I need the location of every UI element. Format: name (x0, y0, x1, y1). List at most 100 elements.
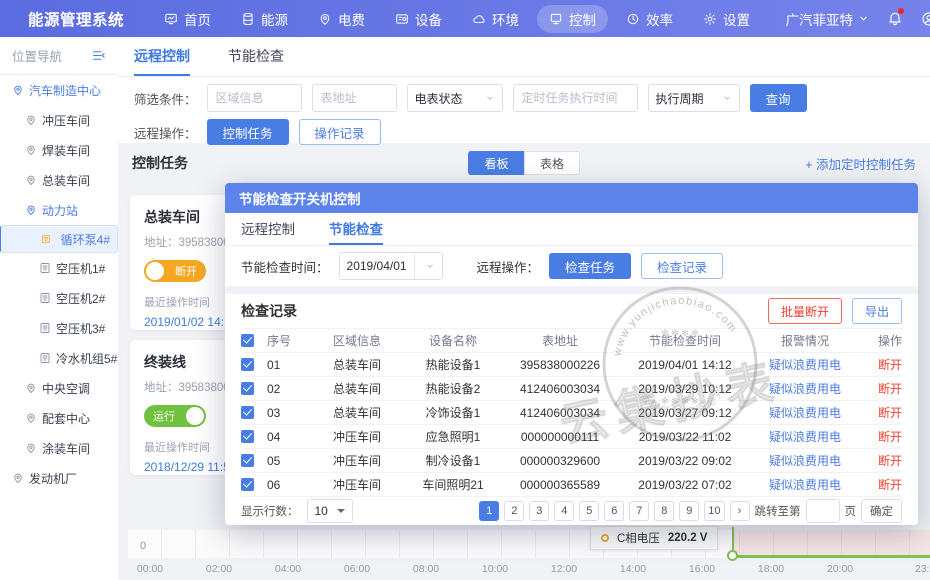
page-tab-0[interactable]: 远程控制 (134, 37, 190, 76)
power-toggle-on[interactable]: 运行 (144, 405, 206, 427)
power-toggle-off[interactable]: 断开 (144, 260, 206, 282)
sidebar-item[interactable]: 涂装车间 (0, 433, 118, 463)
cell-no: 04 (267, 430, 309, 444)
rows-per-page-select[interactable]: 10 (307, 499, 353, 523)
sidebar-item[interactable]: 冲压车间 (0, 105, 118, 135)
search-button[interactable]: 查询 (750, 84, 807, 112)
row-checkbox[interactable] (241, 454, 254, 467)
cycle-select[interactable]: 执行周期 (648, 84, 740, 112)
task-time-input[interactable] (513, 84, 638, 112)
rows-label: 显示行数： (241, 503, 299, 519)
location-pin-icon (25, 174, 37, 186)
page-button[interactable]: 3 (529, 501, 549, 521)
nav-item-device[interactable]: 设备 (383, 5, 454, 33)
page-button[interactable]: 1 (479, 501, 499, 521)
page-button[interactable]: 5 (579, 501, 599, 521)
sidebar-item[interactable]: 总装车间 (0, 165, 118, 195)
remote-ops-label: 远程操作： (134, 123, 197, 142)
board-view-button[interactable]: 看板 (468, 151, 524, 175)
sidebar-item[interactable]: 空压机3# (0, 313, 118, 343)
control-tasks-button[interactable]: 控制任务 (207, 119, 289, 145)
alarm-status-link[interactable]: 疑似浪费用电 (751, 476, 859, 493)
tenant-switcher[interactable]: 广汽菲亚特 (786, 9, 870, 29)
select-all-checkbox[interactable] (241, 334, 254, 347)
sidebar-item[interactable]: 配套中心 (0, 403, 118, 433)
row-checkbox[interactable] (241, 406, 254, 419)
op-records-button[interactable]: 操作记录 (299, 119, 381, 145)
table-view-button[interactable]: 表格 (524, 151, 580, 175)
jump-page-input[interactable] (806, 499, 840, 523)
alarm-status-link[interactable]: 疑似浪费用电 (751, 380, 859, 397)
alarm-status-link[interactable]: 疑似浪费用电 (751, 356, 859, 373)
collapse-icon[interactable] (91, 48, 106, 63)
nav-item-environment[interactable]: 环境 (460, 5, 531, 33)
sidebar-item[interactable]: 发动机厂 (0, 463, 118, 493)
jump-confirm-button[interactable]: 确定 (861, 499, 902, 523)
nav-item-fee[interactable]: 电费 (306, 5, 377, 33)
sidebar-item[interactable]: 汽车制造中心 (0, 75, 118, 105)
table-row: 01总装车间热能设备13958380002262019/04/01 14:12疑… (241, 353, 902, 377)
sidebar-item[interactable]: 循环泵4# (0, 225, 118, 253)
toggle-knob (146, 262, 164, 280)
user-avatar[interactable] (921, 11, 930, 27)
batch-disconnect-button[interactable]: 批量断开 (768, 298, 842, 324)
page-tab-1[interactable]: 节能检查 (228, 37, 284, 76)
chevron-down-icon (485, 93, 495, 103)
clock-icon (626, 12, 640, 26)
sidebar-item[interactable]: 空压机1# (0, 253, 118, 283)
page-button[interactable]: 2 (504, 501, 524, 521)
tenant-name: 广汽菲亚特 (786, 9, 854, 29)
page-button[interactable]: 4 (554, 501, 574, 521)
region-input[interactable] (207, 84, 302, 112)
nav-item-efficiency[interactable]: 效率 (614, 5, 685, 33)
page-button[interactable]: 8 (654, 501, 674, 521)
table-row: 04冲压车间应急照明10000000001112019/03/22 11:02疑… (241, 425, 902, 449)
modal-tab-1[interactable]: 节能检查 (329, 213, 383, 245)
sidebar-item[interactable]: 焊装车间 (0, 135, 118, 165)
chart-tooltip: C相电压 220.2 V (590, 526, 718, 550)
sidebar-item-label: 空压机3# (56, 320, 105, 337)
modal-tab-0[interactable]: 远程控制 (241, 213, 295, 245)
notification-bell[interactable] (887, 10, 903, 27)
meter-state-select[interactable]: 电表状态 (407, 84, 503, 112)
add-timed-task-link[interactable]: + 添加定时控制任务 (805, 154, 916, 173)
disconnect-action[interactable]: 断开 (859, 452, 902, 469)
disconnect-action[interactable]: 断开 (859, 380, 902, 397)
alarm-status-link[interactable]: 疑似浪费用电 (751, 428, 859, 445)
meter-doc-icon (39, 352, 51, 364)
next-page-button[interactable]: › (730, 501, 750, 521)
sidebar-item[interactable]: 动力站 (0, 195, 118, 225)
sidebar-item[interactable]: 中央空调 (0, 373, 118, 403)
disconnect-action[interactable]: 断开 (859, 404, 902, 421)
meter-address-input[interactable] (312, 84, 397, 112)
alarm-status-link[interactable]: 疑似浪费用电 (751, 404, 859, 421)
export-button[interactable]: 导出 (852, 298, 902, 324)
nav-item-settings[interactable]: 设置 (691, 5, 762, 33)
row-checkbox[interactable] (241, 478, 254, 491)
page-button[interactable]: 10 (704, 501, 724, 521)
row-checkbox[interactable] (241, 430, 254, 443)
row-checkbox[interactable] (241, 358, 254, 371)
alarm-status-link[interactable]: 疑似浪费用电 (751, 452, 859, 469)
check-date-select[interactable]: 2019/04/01 (339, 252, 443, 280)
disconnect-action[interactable]: 断开 (859, 356, 902, 373)
cell-area: 总装车间 (309, 356, 405, 373)
notification-dot (898, 8, 904, 14)
page-button[interactable]: 7 (629, 501, 649, 521)
cloud-icon (472, 12, 486, 26)
x-axis-label: 23:00 (915, 563, 930, 575)
row-checkbox[interactable] (241, 382, 254, 395)
nav-item-energy[interactable]: 能源 (229, 5, 300, 33)
check-task-button[interactable]: 检查任务 (549, 253, 631, 279)
nav-item-control[interactable]: 控制 (537, 5, 608, 33)
page-button[interactable]: 9 (679, 501, 699, 521)
disconnect-action[interactable]: 断开 (859, 428, 902, 445)
check-time-label: 节能检查时间： (241, 257, 329, 276)
sidebar-item[interactable]: 空压机2# (0, 283, 118, 313)
nav-item-home[interactable]: 首页 (152, 5, 223, 33)
location-pin-icon (25, 114, 37, 126)
disconnect-action[interactable]: 断开 (859, 476, 902, 493)
sidebar-item[interactable]: 冷水机组5# (0, 343, 118, 373)
check-record-button[interactable]: 检查记录 (641, 253, 723, 279)
page-button[interactable]: 6 (604, 501, 624, 521)
